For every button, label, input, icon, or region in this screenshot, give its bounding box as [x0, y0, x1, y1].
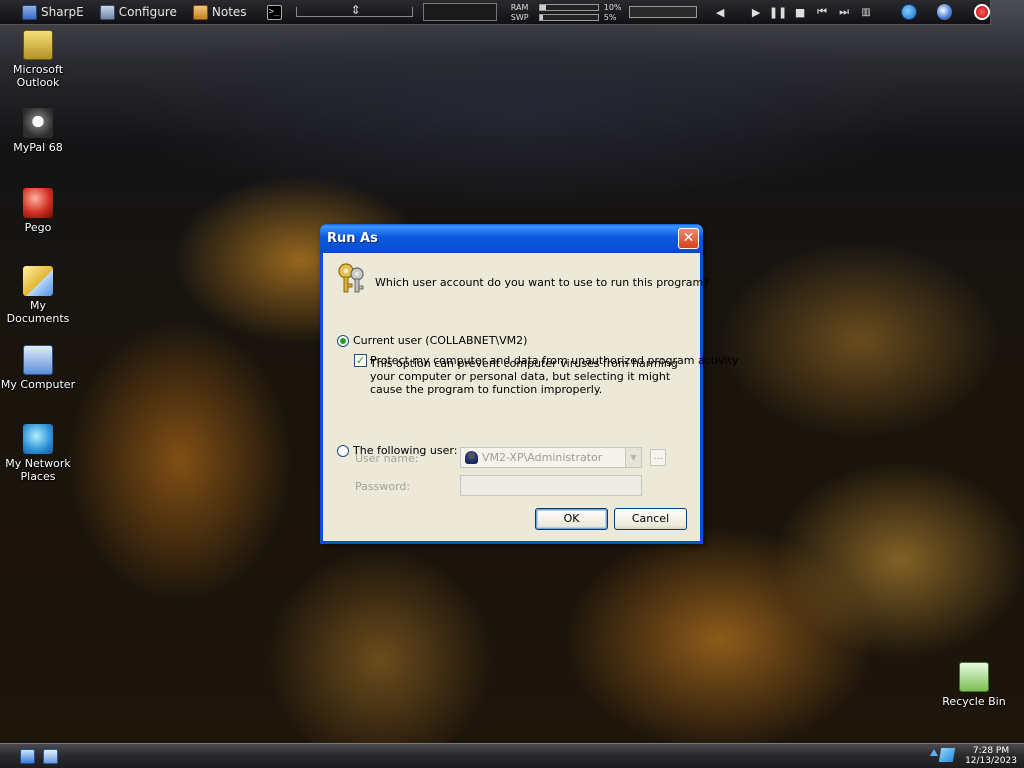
mypal-icon	[23, 108, 53, 138]
run-as-question: Which user account do you want to use to…	[375, 276, 710, 289]
swp-meter	[538, 13, 599, 21]
run-as-dialog: Run As ✕ Which user account do you want …	[320, 224, 738, 544]
ram-meter	[538, 3, 599, 11]
mute-icon[interactable]: ◀	[709, 6, 731, 19]
dialog-title: Run As	[327, 231, 378, 246]
recycle-bin-icon	[959, 662, 989, 692]
following-user-radio[interactable]	[337, 445, 349, 457]
desktop-icon-label: My Computer	[0, 378, 76, 391]
pause-icon[interactable]: ❚❚	[767, 6, 789, 19]
toolbar-input-box[interactable]	[422, 3, 497, 21]
configure-icon	[99, 4, 115, 20]
dialog-body: Which user account do you want to use to…	[323, 253, 738, 541]
ram-percent: 10%	[603, 2, 622, 12]
terminal-icon: >_	[266, 4, 282, 20]
ram-label: RAM	[510, 2, 529, 12]
slider-handle-icon[interactable]: ⇕	[351, 1, 361, 19]
close-icon[interactable]: ✕	[678, 228, 699, 249]
internet-explorer-icon[interactable]	[901, 4, 917, 20]
username-combobox[interactable]: VM2-XP\Administrator ▼	[460, 447, 642, 468]
previous-track-icon[interactable]: ⏮	[811, 5, 833, 19]
sharpe-icon	[22, 4, 37, 20]
system-meters: RAM 10% SWP 5%	[510, 2, 622, 22]
desktop-icon-mypal[interactable]: MyPal 68	[0, 108, 76, 154]
protect-checkbox[interactable]: ✓	[354, 354, 367, 367]
desktop-icon-outlook[interactable]: Microsoft Outlook	[0, 30, 76, 89]
desktop-icon-label: Microsoft Outlook	[12, 63, 64, 89]
window-switcher-icon[interactable]	[43, 749, 58, 764]
user-icon	[465, 451, 478, 464]
desktop-icon-label: My Network Places	[5, 457, 71, 483]
dialog-titlebar[interactable]: Run As ✕	[320, 224, 703, 253]
ok-button[interactable]: OK	[535, 508, 608, 530]
browse-user-button[interactable]: ...	[650, 449, 666, 466]
stop-icon[interactable]: ■	[789, 6, 811, 19]
password-label: Password:	[355, 480, 411, 493]
network-places-icon	[23, 424, 53, 454]
sharpe-button[interactable]: SharpE	[18, 1, 88, 23]
show-desktop-icon[interactable]	[20, 749, 35, 764]
toolbar-slider[interactable]: ⇕	[295, 3, 413, 17]
desktop-icon-my-computer[interactable]: My Computer	[0, 345, 76, 391]
notes-icon	[192, 4, 208, 20]
my-documents-icon	[23, 266, 53, 296]
ram-meter-fill	[539, 4, 546, 10]
current-user-radio[interactable]	[337, 335, 349, 347]
tray-expand-icon[interactable]	[930, 749, 938, 756]
taskbar: 7:28 PM 12/13/2023	[0, 743, 1024, 768]
username-value: VM2-XP\Administrator	[482, 451, 603, 464]
protect-help-text: This option can prevent computer viruses…	[370, 357, 678, 396]
next-track-icon[interactable]: ⏭	[833, 5, 855, 19]
desktop-icon-label: Pego	[24, 221, 52, 234]
my-computer-icon	[23, 345, 53, 375]
pego-icon	[23, 188, 53, 218]
desktop-icon-my-documents[interactable]: My Documents	[0, 266, 76, 325]
desktop-icon-recycle-bin[interactable]: Recycle Bin	[936, 662, 1012, 708]
swp-percent: 5%	[603, 12, 617, 22]
desktop-icon-label: Recycle Bin	[942, 695, 1006, 708]
sharpe-label: SharpE	[41, 5, 84, 19]
current-user-label[interactable]: Current user (COLLABNET\VM2)	[353, 334, 527, 347]
desktop-icon-network-places[interactable]: My Network Places	[0, 424, 76, 483]
clock-time: 7:28 PM	[972, 746, 1010, 756]
configure-button[interactable]: Configure	[96, 1, 181, 23]
swp-label: SWP	[510, 12, 529, 22]
command-prompt-button[interactable]: >_	[263, 1, 290, 23]
media-player-icon[interactable]	[936, 4, 953, 20]
keys-icon	[338, 263, 364, 293]
desktop-icon-label: My Documents	[6, 299, 70, 325]
outlook-icon	[23, 30, 53, 60]
desktop-icon-pego[interactable]: Pego	[0, 188, 76, 234]
password-field[interactable]	[460, 475, 642, 496]
desktop-icon-label: MyPal 68	[13, 141, 63, 154]
cancel-button[interactable]: Cancel	[614, 508, 687, 530]
volume-bar[interactable]	[628, 6, 698, 18]
play-icon[interactable]: ▶	[745, 6, 767, 19]
configure-label: Configure	[118, 5, 177, 19]
power-icon[interactable]	[974, 4, 990, 20]
username-label: User name:	[355, 452, 419, 465]
clock-date: 12/13/2023	[965, 756, 1017, 766]
system-clock[interactable]: 7:28 PM 12/13/2023	[962, 746, 1020, 766]
top-toolbar: SharpE Configure Notes >_ ⇕ RAM 10% SWP …	[0, 0, 991, 25]
swp-meter-fill	[539, 14, 543, 20]
notes-label: Notes	[211, 5, 247, 19]
media-controls: ◀ ▶ ❚❚ ■ ⏮ ⏭ ▥	[709, 5, 877, 19]
media-app-small-icon[interactable]: ▥	[855, 7, 877, 18]
notes-button[interactable]: Notes	[189, 1, 251, 23]
tray-app-icon[interactable]	[938, 748, 956, 762]
chevron-down-icon[interactable]: ▼	[625, 448, 641, 467]
